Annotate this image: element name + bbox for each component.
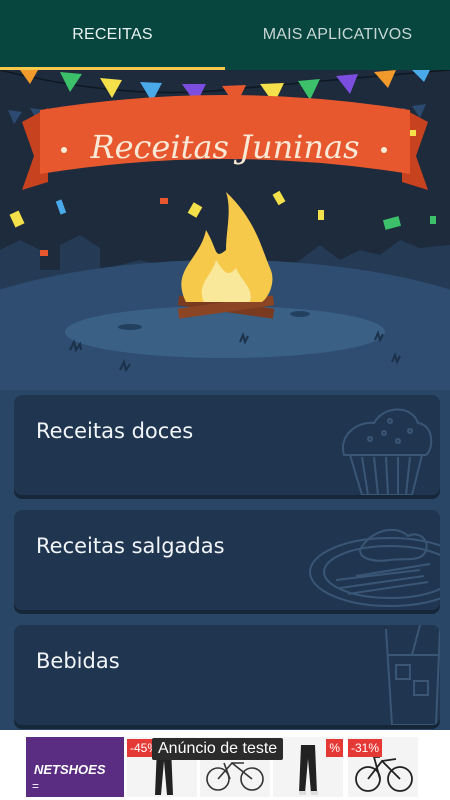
tab-mais-aplicativos-label: MAIS APLICATIVOS [262, 26, 413, 43]
category-card-label: Bebidas [36, 649, 120, 673]
ad-banner[interactable]: NETSHOES = -45% % -31% Anúncio de teste [0, 730, 450, 800]
hero-illustration: Receitas Juninas [0, 70, 450, 390]
discount-badge: -31% [348, 739, 383, 757]
tab-receitas-label: RECEITAS [72, 26, 153, 43]
ad-product-road-bike[interactable]: -31% [348, 737, 418, 797]
category-card-label: Receitas salgadas [36, 534, 225, 558]
tab-mais-aplicativos[interactable]: MAIS APLICATIVOS [225, 0, 450, 70]
menu-icon: = [32, 779, 40, 793]
drink-glass-icon [385, 625, 440, 725]
ad-product-pants[interactable]: % [273, 737, 343, 797]
discount-badge: % [326, 739, 343, 757]
ad-brand-name: NETSHOES [34, 762, 106, 777]
category-card-receitas-doces[interactable]: Receitas doces [14, 395, 440, 495]
savory-plate-icon [309, 528, 440, 607]
festa-junina-scene: Receitas Juninas [0, 70, 450, 390]
banner-title: Receitas Juninas [89, 128, 359, 166]
category-list: Receitas doces Receitas salgadas Bebidas [0, 390, 450, 730]
tab-receitas[interactable]: RECEITAS [0, 0, 225, 70]
test-ad-label: Anúncio de teste [152, 738, 284, 760]
category-card-bebidas[interactable]: Bebidas [14, 625, 440, 725]
category-card-receitas-salgadas[interactable]: Receitas salgadas [14, 510, 440, 610]
cupcake-icon [341, 408, 433, 495]
top-tab-bar: RECEITAS MAIS APLICATIVOS [0, 0, 450, 70]
category-card-label: Receitas doces [36, 419, 194, 443]
netshoes-brand-tile[interactable]: NETSHOES = [26, 737, 124, 797]
